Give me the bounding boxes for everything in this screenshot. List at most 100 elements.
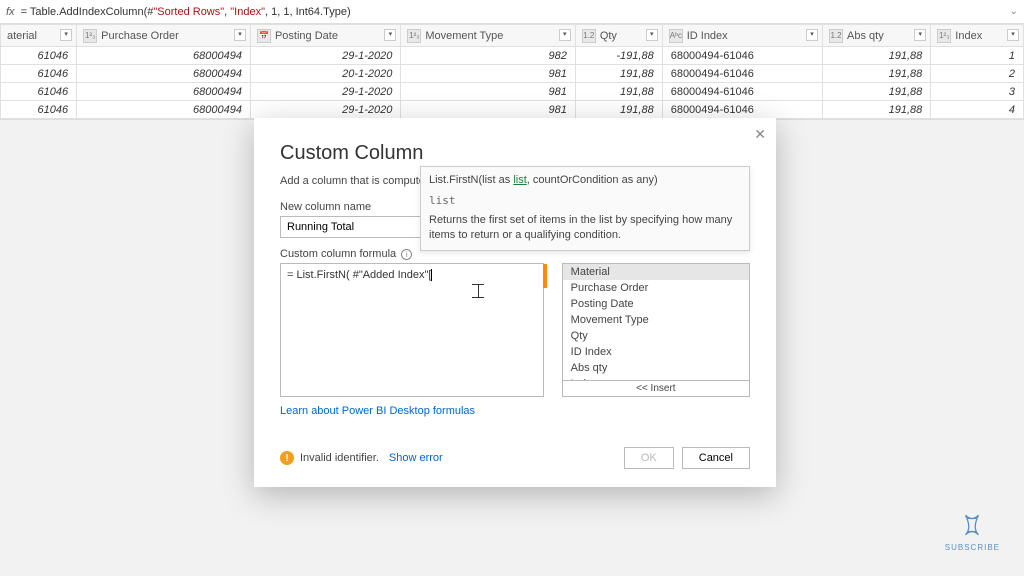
column-label: ID Index: [687, 29, 728, 41]
table-cell[interactable]: 191,88: [823, 83, 931, 101]
filter-icon[interactable]: ▾: [914, 29, 926, 41]
show-error-link[interactable]: Show error: [389, 452, 443, 464]
close-icon[interactable]: ✕: [754, 126, 766, 143]
formula-bar[interactable]: fx = Table.AddIndexColumn(#"Sorted Rows"…: [0, 0, 1024, 24]
column-header[interactable]: 1²₃Index▾: [931, 25, 1024, 47]
formula-string: "Index": [230, 6, 265, 18]
subscribe-badge[interactable]: SUBSCRIBE: [945, 512, 1000, 552]
table-cell[interactable]: 29-1-2020: [250, 47, 400, 65]
filter-icon[interactable]: ▾: [1007, 29, 1019, 41]
list-item[interactable]: Material: [563, 264, 749, 280]
table-cell[interactable]: 981: [401, 83, 575, 101]
insert-button[interactable]: << Insert: [563, 380, 749, 396]
table-cell[interactable]: 4: [931, 101, 1024, 119]
info-icon[interactable]: i: [401, 249, 412, 260]
table-cell[interactable]: 191,88: [575, 65, 662, 83]
table-cell[interactable]: 20-1-2020: [250, 65, 400, 83]
table-cell[interactable]: 191,88: [823, 65, 931, 83]
table-cell[interactable]: 982: [401, 47, 575, 65]
tooltip-desc: Returns the first set of items in the li…: [429, 213, 741, 244]
tooltip-seg: , countOrCondition as any): [527, 174, 658, 186]
table-cell[interactable]: 191,88: [823, 101, 931, 119]
table-row[interactable]: 610466800049429-1-2020982-191,8868000494…: [1, 47, 1024, 65]
table-cell[interactable]: 68000494: [77, 65, 251, 83]
list-item[interactable]: Movement Type: [563, 312, 749, 328]
type-icon: 1.2: [829, 29, 843, 43]
table-cell[interactable]: 3: [931, 83, 1024, 101]
type-icon: 1.2: [582, 29, 596, 43]
column-header[interactable]: 1.2Qty▾: [575, 25, 662, 47]
column-header[interactable]: 1²₃ Purchase Order ▾: [77, 25, 251, 47]
table-cell[interactable]: 2: [931, 65, 1024, 83]
table-cell[interactable]: 61046: [1, 47, 77, 65]
filter-icon[interactable]: ▾: [646, 29, 658, 41]
data-table: aterial▾1²₃Purchase Order▾📅Posting Date▾…: [0, 24, 1024, 120]
column-label: Posting Date: [275, 29, 338, 41]
column-header[interactable]: aterial ▾: [1, 25, 77, 47]
filter-icon[interactable]: ▾: [559, 29, 571, 41]
formula-seg: = Table.AddIndexColumn(#: [21, 6, 154, 18]
dna-icon: [959, 512, 985, 538]
list-item[interactable]: Qty: [563, 328, 749, 344]
table-cell[interactable]: 191,88: [575, 101, 662, 119]
filter-icon[interactable]: ▾: [60, 29, 72, 41]
table-cell[interactable]: 68000494: [77, 101, 251, 119]
column-header[interactable]: 1²₃ Movement Type ▾: [401, 25, 575, 47]
table-cell[interactable]: 61046: [1, 65, 77, 83]
table-cell[interactable]: 68000494-61046: [662, 83, 822, 101]
table-cell[interactable]: 68000494-61046: [662, 65, 822, 83]
formula-text[interactable]: = Table.AddIndexColumn(#"Sorted Rows", "…: [21, 5, 1006, 18]
table-row[interactable]: 610466800049420-1-2020981191,8868000494-…: [1, 65, 1024, 83]
list-item[interactable]: Posting Date: [563, 296, 749, 312]
text-cursor-icon: [478, 284, 479, 298]
type-icon: 1²₃: [83, 29, 97, 43]
learn-link[interactable]: Learn about Power BI Desktop formulas: [280, 405, 475, 417]
column-label: aterial: [7, 30, 37, 42]
type-icon: Aᵇc: [669, 29, 683, 43]
table-cell[interactable]: -191,88: [575, 47, 662, 65]
table-cell[interactable]: 981: [401, 65, 575, 83]
type-icon: 1²₃: [407, 29, 421, 43]
list-item[interactable]: Purchase Order: [563, 280, 749, 296]
table-cell[interactable]: 29-1-2020: [250, 101, 400, 119]
table-cell[interactable]: 981: [401, 101, 575, 119]
table-cell[interactable]: 61046: [1, 101, 77, 119]
table-row[interactable]: 610466800049429-1-2020981191,8868000494-…: [1, 83, 1024, 101]
table-cell[interactable]: 191,88: [823, 47, 931, 65]
column-header[interactable]: 📅Posting Date▾: [250, 25, 400, 47]
table-cell[interactable]: 191,88: [575, 83, 662, 101]
dialog-title: Custom Column: [280, 142, 750, 165]
table-cell[interactable]: 61046: [1, 83, 77, 101]
formula-string: "Sorted Rows": [153, 6, 224, 18]
table-cell[interactable]: 1: [931, 47, 1024, 65]
column-header[interactable]: Aᵇc ID Index ▾: [662, 25, 822, 47]
intellisense-tooltip: List.FirstN(list as list, countOrConditi…: [420, 166, 750, 251]
filter-icon[interactable]: ▾: [234, 29, 246, 41]
column-header[interactable]: 1.2Abs qty▾: [823, 25, 931, 47]
filter-icon[interactable]: ▾: [384, 29, 396, 41]
table-cell[interactable]: 68000494: [77, 47, 251, 65]
tooltip-sub: list: [429, 194, 741, 207]
column-label: Purchase Order: [101, 29, 179, 41]
tooltip-fn: List.FirstN: [429, 174, 479, 186]
table-cell[interactable]: 68000494-61046: [662, 101, 822, 119]
cancel-button[interactable]: Cancel: [682, 447, 750, 469]
filter-icon[interactable]: ▾: [806, 29, 818, 41]
list-item[interactable]: Abs qty: [563, 360, 749, 376]
tooltip-highlight: list: [513, 174, 526, 186]
formula-seg: , 1, 1, Int64.Type): [265, 6, 351, 18]
formula-editor[interactable]: = List.FirstN( #"Added Index"[: [280, 263, 544, 397]
subscribe-label: SUBSCRIBE: [945, 543, 1000, 552]
table-row[interactable]: 610466800049429-1-2020981191,8868000494-…: [1, 101, 1024, 119]
table-cell[interactable]: 68000494-61046: [662, 47, 822, 65]
editor-marker: [543, 264, 547, 288]
list-item[interactable]: ID Index: [563, 344, 749, 360]
table-cell[interactable]: 29-1-2020: [250, 83, 400, 101]
ok-button: OK: [624, 447, 674, 469]
warning-icon: !: [280, 451, 294, 465]
column-label: Movement Type: [425, 29, 503, 41]
tooltip-seg: (list as: [479, 174, 514, 186]
table-cell[interactable]: 68000494: [77, 83, 251, 101]
type-icon: 1²₃: [937, 29, 951, 43]
chevron-down-icon[interactable]: ⌄: [1010, 6, 1018, 17]
